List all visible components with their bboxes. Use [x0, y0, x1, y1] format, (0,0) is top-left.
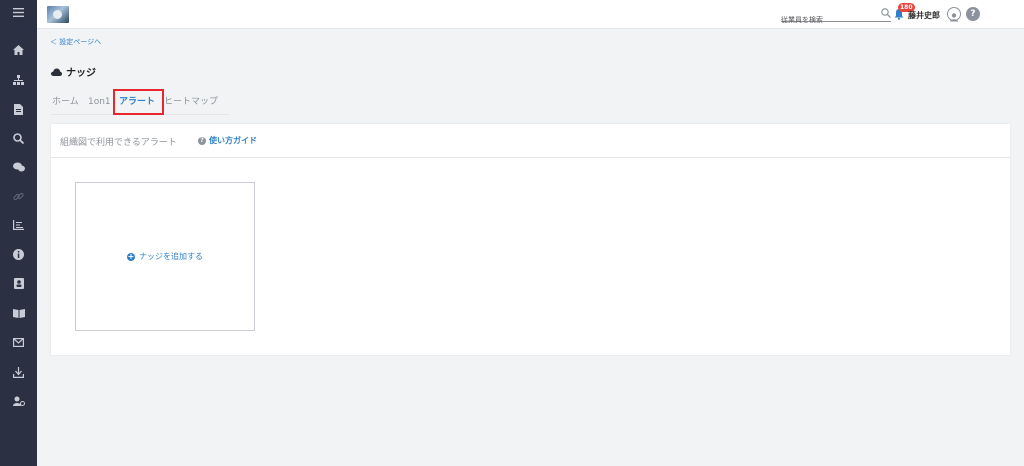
page-title-text: ナッジ	[66, 68, 96, 79]
card-header-label: 組織図で利用できるアラート	[60, 138, 177, 148]
plus-circle-icon: +	[127, 251, 135, 261]
download-icon[interactable]	[0, 362, 37, 382]
cloud-icon	[51, 68, 62, 76]
link-icon[interactable]	[0, 186, 37, 206]
add-nudge-label-wrap: + ナッジを追加する	[127, 251, 203, 262]
tab-heatmap[interactable]: ヒートマップ	[164, 93, 218, 111]
chat-icon[interactable]	[0, 157, 37, 177]
help-button[interactable]: ?	[966, 7, 980, 21]
employee-search[interactable]	[781, 7, 891, 27]
help-circle-icon: ?	[198, 136, 206, 145]
card-header: 組織図で利用できるアラート ? 使い方ガイド	[51, 124, 1010, 158]
contact-book-icon[interactable]	[0, 273, 37, 293]
mail-icon[interactable]	[0, 332, 37, 352]
info-icon[interactable]	[0, 244, 37, 264]
book-icon[interactable]	[0, 303, 37, 323]
usage-guide-label: 使い方ガイド	[209, 136, 257, 145]
back-to-settings-link[interactable]: ＜ 設定ページへ	[50, 37, 101, 47]
active-tab-highlight	[113, 89, 164, 115]
employee-search-input[interactable]	[781, 13, 881, 27]
company-logo[interactable]	[47, 6, 69, 23]
usage-guide-link[interactable]: ? 使い方ガイド	[198, 135, 257, 146]
add-nudge-label: ナッジを追加する	[139, 252, 203, 261]
search-icon[interactable]	[881, 8, 891, 18]
menu-icon[interactable]	[0, 2, 37, 22]
sidebar	[0, 0, 37, 466]
org-chart-icon[interactable]	[0, 70, 37, 90]
alerts-card: 組織図で利用できるアラート ? 使い方ガイド + ナッジを追加する	[51, 124, 1010, 355]
tab-1on1[interactable]: 1on1	[88, 93, 111, 111]
page-title: ナッジ	[51, 64, 96, 79]
document-icon[interactable]	[0, 99, 37, 119]
user-icon	[950, 13, 958, 22]
search-icon[interactable]	[0, 128, 37, 148]
avatar[interactable]	[947, 7, 961, 22]
user-settings-icon[interactable]	[0, 391, 37, 411]
add-nudge-button[interactable]: + ナッジを追加する	[75, 182, 255, 331]
chart-icon[interactable]	[0, 215, 37, 235]
home-icon[interactable]	[0, 40, 37, 60]
tab-home[interactable]: ホーム	[52, 93, 79, 111]
user-name[interactable]: 藤井史郎	[908, 10, 940, 21]
